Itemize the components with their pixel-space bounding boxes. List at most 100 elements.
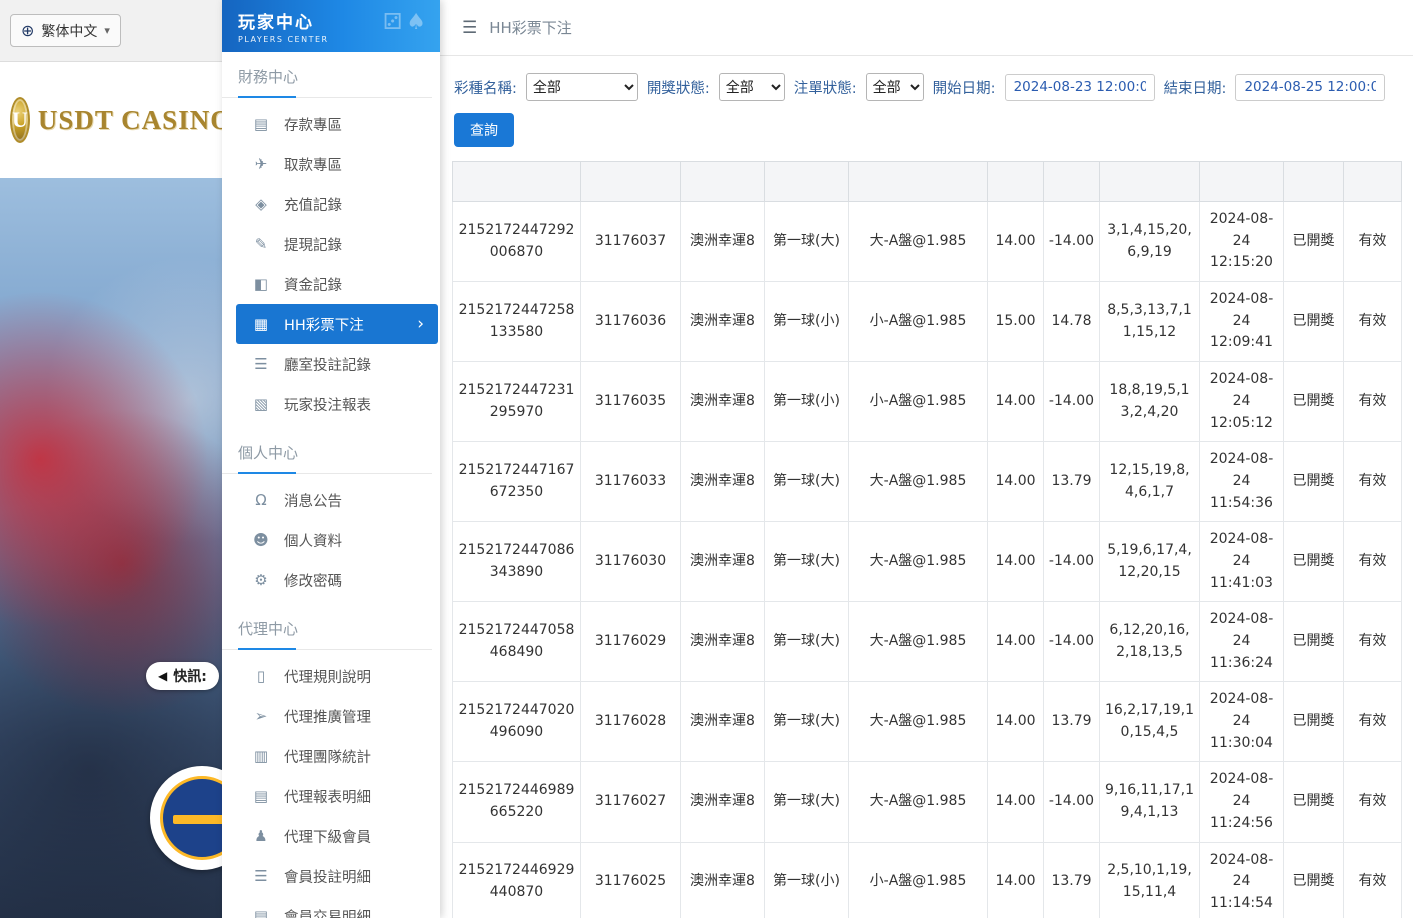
cell-amount: 14.00 bbox=[988, 362, 1044, 442]
sidebar-item[interactable]: ☻ 個人資料 › bbox=[222, 520, 440, 560]
cell-period: 31176027 bbox=[581, 762, 681, 842]
sidebar-item[interactable]: ▦ HH彩票下注 › bbox=[236, 304, 438, 344]
table-body: 2152172447292006870 31176037 澳洲幸運8 第一球(大… bbox=[453, 202, 1402, 918]
cell-win-loss: 13.79 bbox=[1044, 682, 1100, 762]
sidebar-item-label: 代理規則說明 bbox=[284, 666, 371, 687]
sidebar-item[interactable]: Ω 消息公告 › bbox=[222, 480, 440, 520]
cell-play: 第一球(大) bbox=[765, 522, 849, 602]
cell-period: 31176033 bbox=[581, 442, 681, 522]
sidebar-item[interactable]: ▤ 存款專區 › bbox=[222, 104, 440, 144]
gear-icon: ⚙ bbox=[252, 571, 270, 589]
query-row: 查詢 bbox=[440, 101, 1413, 147]
draw-status-select[interactable]: 全部 bbox=[719, 73, 785, 101]
cell-play: 第一球(大) bbox=[765, 442, 849, 522]
sidebar-item-label: HH彩票下注 bbox=[284, 314, 364, 335]
cell-time: 2024-08-24 11:30:04 bbox=[1200, 682, 1284, 762]
cell-amount: 14.00 bbox=[988, 442, 1044, 522]
cell-bet-info: 大-A盤@1.985 bbox=[849, 202, 988, 282]
section-heading-finance: 財務中心 bbox=[222, 52, 432, 98]
cell-play: 第一球(小) bbox=[765, 842, 849, 918]
cell-lottery-name: 澳洲幸運8 bbox=[681, 362, 765, 442]
document-icon: ▯ bbox=[252, 667, 270, 685]
cell-order-status: 有效 bbox=[1344, 762, 1402, 842]
query-button[interactable]: 查詢 bbox=[454, 113, 514, 147]
cell-bet-info: 小-A盤@1.985 bbox=[849, 842, 988, 918]
bell-icon: Ω bbox=[252, 491, 270, 509]
end-date-input[interactable] bbox=[1235, 74, 1385, 101]
sidebar-item-label: 提現記錄 bbox=[284, 234, 342, 255]
cell-order-no: 2152172447258133580 bbox=[453, 282, 581, 362]
cell-period: 31176028 bbox=[581, 682, 681, 762]
cell-lottery-name: 澳洲幸運8 bbox=[681, 522, 765, 602]
cell-order-status: 有效 bbox=[1344, 842, 1402, 918]
table-row: 2152172447020496090 31176028 澳洲幸運8 第一球(大… bbox=[453, 682, 1402, 762]
sidebar-item-label: 消息公告 bbox=[284, 490, 342, 511]
sidebar-item[interactable]: ⚙ 修改密碼 › bbox=[222, 560, 440, 600]
news-label: 快訊: bbox=[173, 666, 207, 686]
sidebar-item[interactable]: ♟ 代理下級會員 › bbox=[222, 816, 440, 856]
column-header bbox=[581, 162, 681, 202]
sidebar-item[interactable]: ☰ 會員投註明細 › bbox=[222, 856, 440, 896]
cell-play: 第一球(小) bbox=[765, 362, 849, 442]
cell-order-no: 2152172447058468490 bbox=[453, 602, 581, 682]
cell-amount: 14.00 bbox=[988, 682, 1044, 762]
cell-result: 12,15,19,8,4,6,1,7 bbox=[1100, 442, 1200, 522]
cell-order-status: 有效 bbox=[1344, 682, 1402, 762]
cell-lottery-name: 澳洲幸運8 bbox=[681, 842, 765, 918]
cell-lottery-name: 澳洲幸運8 bbox=[681, 762, 765, 842]
start-date-input[interactable] bbox=[1005, 74, 1155, 101]
sidebar-item[interactable]: ✎ 提現記錄 › bbox=[222, 224, 440, 264]
cell-win-loss: -14.00 bbox=[1044, 762, 1100, 842]
sidebar-item[interactable]: ➢ 代理推廣管理 › bbox=[222, 696, 440, 736]
sidebar-item[interactable]: ◧ 資金記錄 › bbox=[222, 264, 440, 304]
table-header-row bbox=[453, 162, 1402, 202]
cell-time: 2024-08-24 11:14:54 bbox=[1200, 842, 1284, 918]
sidebar-item-label: 存款專區 bbox=[284, 114, 342, 135]
globe-icon: ⊕ bbox=[21, 21, 34, 40]
sidebar-item-label: 充值記錄 bbox=[284, 194, 342, 215]
dice-icon: ⚂ bbox=[383, 10, 406, 35]
lottery-select[interactable]: 全部 bbox=[526, 73, 638, 101]
cell-result: 16,2,17,19,10,15,4,5 bbox=[1100, 682, 1200, 762]
sidebar-item[interactable]: ▤ 會員交易明細 › bbox=[222, 896, 440, 918]
table-row: 2152172447292006870 31176037 澳洲幸運8 第一球(大… bbox=[453, 202, 1402, 282]
sidebar-item[interactable]: ☰ 廳室投註記錄 › bbox=[222, 344, 440, 384]
cell-play: 第一球(大) bbox=[765, 682, 849, 762]
sidebar-item[interactable]: ▥ 代理團隊統計 › bbox=[222, 736, 440, 776]
cell-bet-info: 大-A盤@1.985 bbox=[849, 442, 988, 522]
column-header bbox=[1100, 162, 1200, 202]
order-status-label: 注單狀態: bbox=[794, 77, 857, 98]
report-chart-icon: ▧ bbox=[252, 395, 270, 413]
cell-period: 31176036 bbox=[581, 282, 681, 362]
sidebar-item[interactable]: ▤ 代理報表明細 › bbox=[222, 776, 440, 816]
cell-win-loss: -14.00 bbox=[1044, 202, 1100, 282]
sidebar-item[interactable]: ▧ 玩家投注報表 › bbox=[222, 384, 440, 424]
sidebar-item[interactable]: ▯ 代理規則說明 › bbox=[222, 656, 440, 696]
sidebar-item[interactable]: ✈ 取款專區 › bbox=[222, 144, 440, 184]
site-topbar: ⊕ 繁体中文 ▾ bbox=[0, 0, 222, 62]
site-logo: U USDT CASINO bbox=[0, 62, 222, 178]
column-header bbox=[765, 162, 849, 202]
cell-order-status: 有效 bbox=[1344, 442, 1402, 522]
draw-status-label: 開獎狀態: bbox=[647, 77, 710, 98]
menu-toggle-icon[interactable]: ☰ bbox=[462, 18, 477, 38]
cell-win-loss: -14.00 bbox=[1044, 602, 1100, 682]
logo-medal-icon: U bbox=[10, 97, 30, 143]
main-content: ☰ HH彩票下注 彩種名稱: 全部 開獎狀態: 全部 注單狀態: 全部 開始日期… bbox=[440, 0, 1413, 918]
sidebar-header: 玩家中心 PLAYERS CENTER ⚂♠ bbox=[222, 0, 440, 52]
cell-draw-status: 已開獎 bbox=[1284, 602, 1344, 682]
sidebar-item-label: 廳室投註記錄 bbox=[284, 354, 371, 375]
cell-bet-info: 大-A盤@1.985 bbox=[849, 762, 988, 842]
cell-bet-info: 大-A盤@1.985 bbox=[849, 602, 988, 682]
cell-amount: 14.00 bbox=[988, 842, 1044, 918]
table-row: 2152172447167672350 31176033 澳洲幸運8 第一球(大… bbox=[453, 442, 1402, 522]
sidebar-item-label: 玩家投注報表 bbox=[284, 394, 371, 415]
language-selector[interactable]: ⊕ 繁体中文 ▾ bbox=[10, 14, 121, 47]
sidebar-item[interactable]: ◈ 充值記錄 › bbox=[222, 184, 440, 224]
sidebar-item-label: 修改密碼 bbox=[284, 570, 342, 591]
cell-period: 31176025 bbox=[581, 842, 681, 918]
column-header bbox=[681, 162, 765, 202]
order-status-select[interactable]: 全部 bbox=[866, 73, 924, 101]
cell-draw-status: 已開獎 bbox=[1284, 762, 1344, 842]
column-header bbox=[1344, 162, 1402, 202]
